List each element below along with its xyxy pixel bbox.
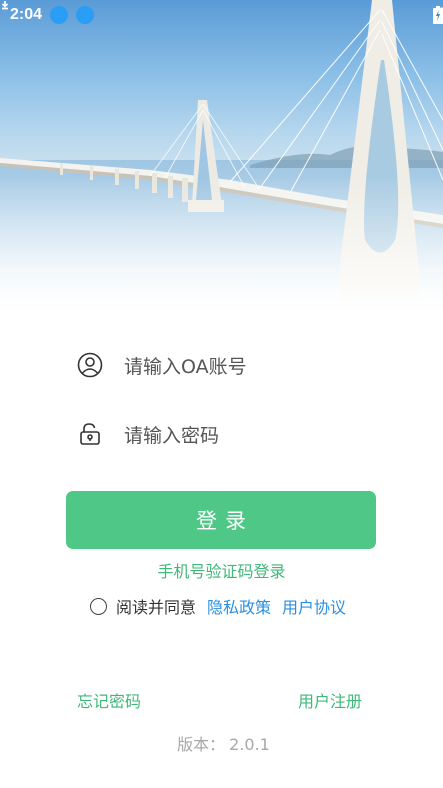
sms-login-link[interactable]: 手机号验证码登录: [0, 558, 443, 582]
version-label: 版本：: [177, 735, 226, 754]
download-icon: [1, 1, 69, 24]
lock-icon: [76, 420, 104, 448]
battery-icon: [433, 6, 443, 24]
status-time: 2:04: [10, 6, 43, 23]
account-input[interactable]: 请输入OA账号: [124, 352, 247, 379]
user-icon: [76, 351, 104, 379]
password-field[interactable]: 请输入密码: [76, 414, 376, 454]
account-field[interactable]: 请输入OA账号: [76, 345, 376, 385]
bridge-image: [0, 0, 443, 320]
version-value: 2.0.1: [229, 735, 270, 754]
user-agreement-link[interactable]: 用户协议: [282, 594, 346, 618]
version-info: 版本： 2.0.1: [0, 731, 443, 755]
password-input[interactable]: 请输入密码: [124, 421, 219, 448]
register-link[interactable]: 用户注册: [298, 688, 362, 712]
forgot-password-link[interactable]: 忘记密码: [77, 688, 141, 712]
hero-banner: 2:04: [0, 0, 443, 320]
agree-radio[interactable]: [90, 597, 107, 615]
agree-text: 阅读并同意: [116, 598, 197, 617]
agreement-row: 阅读并同意 隐私政策 用户协议: [90, 594, 346, 618]
privacy-policy-link[interactable]: 隐私政策: [207, 594, 271, 618]
login-button[interactable]: 登录: [66, 491, 376, 549]
status-bar: 2:04: [0, 0, 443, 30]
download-icon: [1, 1, 95, 24]
